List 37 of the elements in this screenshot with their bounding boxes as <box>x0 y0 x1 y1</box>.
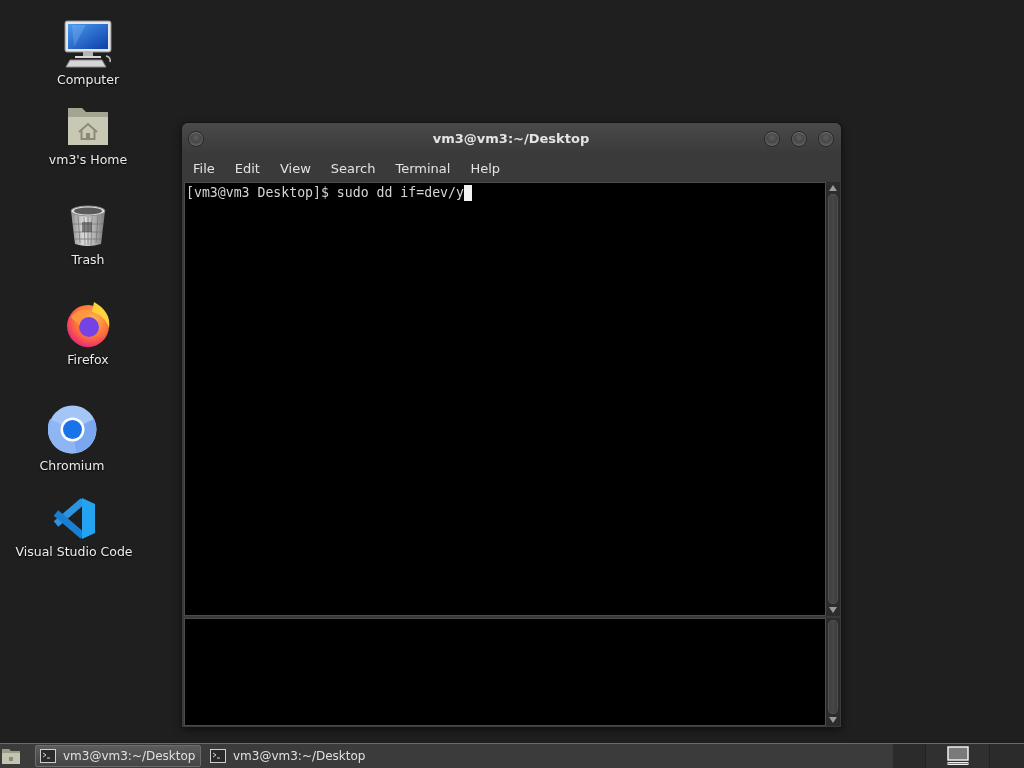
window-menu-button[interactable] <box>188 130 204 147</box>
menu-item[interactable]: File <box>183 156 225 180</box>
desktop-icon-label[interactable]: Computer <box>56 72 120 87</box>
browser-logo-icon[interactable] <box>47 405 97 454</box>
folder-icon <box>1 747 21 765</box>
terminal-icon <box>210 749 226 763</box>
terminal-output[interactable]: [vm3@vm3 Desktop]$ sudo dd if=dev/y <box>184 182 826 616</box>
desktop-icon-label[interactable]: Firefox <box>67 352 109 367</box>
window-title: vm3@vm3:~/Desktop <box>431 131 591 146</box>
taskbar-button[interactable]: vm3@vm3:~/Desktop <box>35 745 201 767</box>
terminal-line: [vm3@vm3 Desktop]$ sudo dd if=dev/y <box>186 184 464 201</box>
desktop-icon-label[interactable]: Trash <box>71 252 105 267</box>
menu-item[interactable]: View <box>269 156 321 180</box>
scroll-thumb[interactable] <box>828 620 838 714</box>
menu-item[interactable]: Edit <box>224 156 270 180</box>
taskbar-button[interactable]: vm3@vm3:~/Desktop <box>205 745 371 767</box>
desktop-icon-label[interactable]: vm3's Home <box>48 152 128 167</box>
window-thumbnail-icon <box>946 746 969 766</box>
scrollbar[interactable] <box>826 618 840 726</box>
scroll-down-icon[interactable] <box>828 716 838 724</box>
menu-item[interactable]: Help <box>460 156 511 180</box>
scroll-up-icon[interactable] <box>828 184 838 192</box>
menu-item[interactable]: Terminal <box>385 156 461 180</box>
trash-icon[interactable] <box>68 204 108 248</box>
computer-icon[interactable] <box>64 20 112 68</box>
scroll-down-icon[interactable] <box>828 606 838 614</box>
scroll-thumb[interactable] <box>828 194 838 604</box>
code-editor-logo-icon[interactable] <box>52 497 96 540</box>
terminal-icon <box>40 749 56 763</box>
desktop-icon-label[interactable]: Chromium <box>39 458 105 473</box>
text-cursor-icon <box>463 185 472 201</box>
desktop-icon-label[interactable]: Visual Studio Code <box>15 544 133 559</box>
workspace-pager[interactable] <box>925 744 990 768</box>
maximize-button[interactable] <box>791 130 807 147</box>
menu-item[interactable]: Search <box>320 156 386 180</box>
browser-logo-icon[interactable] <box>65 301 111 348</box>
scrollbar[interactable] <box>826 182 840 616</box>
